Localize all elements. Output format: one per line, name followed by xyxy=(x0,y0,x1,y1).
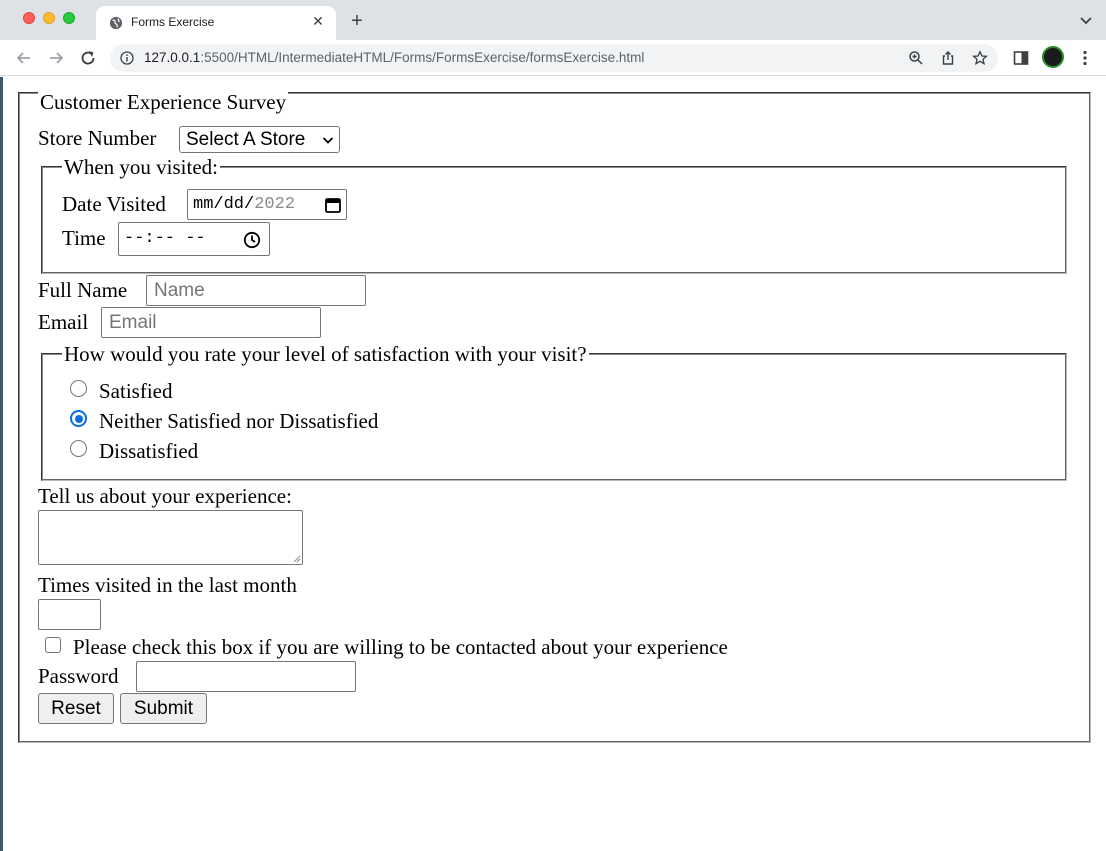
times-visited-input[interactable] xyxy=(38,599,101,630)
globe-icon xyxy=(109,16,123,30)
submit-button[interactable]: Submit xyxy=(120,693,207,724)
close-window-button[interactable] xyxy=(23,12,35,24)
page-content: Customer Experience Survey Store Number … xyxy=(0,77,1106,851)
full-name-input[interactable]: Name xyxy=(146,275,366,306)
experience-label: Tell us about your experience: xyxy=(38,484,292,508)
radio-label-dissatisfied: Dissatisfied xyxy=(99,439,199,463)
browser-tab-bar: Forms Exercise ✕ + xyxy=(0,0,1106,40)
url-text: 127.0.0.1:5500/HTML/IntermediateHTML/For… xyxy=(144,50,645,65)
share-icon[interactable] xyxy=(940,50,956,66)
info-icon[interactable] xyxy=(120,51,134,65)
reset-button[interactable]: Reset xyxy=(38,693,114,724)
email-label: Email xyxy=(38,310,89,334)
contact-checkbox-label: Please check this box if you are willing… xyxy=(73,635,728,659)
radio-neither[interactable] xyxy=(70,410,87,427)
back-arrow-icon[interactable] xyxy=(14,48,34,68)
browser-tab-active[interactable]: Forms Exercise ✕ xyxy=(96,6,336,40)
radio-dissatisfied[interactable] xyxy=(70,440,87,457)
satisfaction-legend: How would you rate your level of satisfa… xyxy=(62,342,589,366)
bookmark-star-icon[interactable] xyxy=(972,50,988,66)
time-label: Time xyxy=(62,226,106,250)
profile-avatar[interactable] xyxy=(1042,46,1064,68)
side-panel-icon[interactable] xyxy=(1012,49,1030,67)
chevron-down-icon[interactable] xyxy=(1078,12,1094,28)
chevron-down-icon xyxy=(322,137,334,144)
forward-arrow-icon[interactable] xyxy=(46,48,66,68)
password-input[interactable] xyxy=(136,661,356,692)
date-visited-input[interactable]: mm/dd/2022 xyxy=(187,189,347,220)
radio-label-neither: Neither Satisfied nor Dissatisfied xyxy=(99,409,379,433)
maximize-window-button[interactable] xyxy=(63,12,75,24)
survey-legend: Customer Experience Survey xyxy=(38,90,289,114)
tab-title: Forms Exercise xyxy=(131,15,215,29)
time-input[interactable]: --:-- -- xyxy=(118,222,270,256)
clock-icon[interactable] xyxy=(243,231,261,249)
full-name-label: Full Name xyxy=(38,278,128,302)
experience-textarea[interactable] xyxy=(38,510,303,565)
resize-handle-icon[interactable] xyxy=(293,555,301,563)
store-select-value: Select A Store xyxy=(186,129,306,150)
radio-label-satisfied: Satisfied xyxy=(99,379,173,403)
visit-fieldset xyxy=(41,166,1067,274)
more-menu-icon[interactable] xyxy=(1076,49,1094,67)
contact-checkbox[interactable] xyxy=(45,637,61,653)
zoom-icon[interactable] xyxy=(908,50,924,66)
date-visited-label: Date Visited xyxy=(62,192,166,216)
address-bar[interactable]: 127.0.0.1:5500/HTML/IntermediateHTML/For… xyxy=(110,44,998,72)
times-visited-label: Times visited in the last month xyxy=(38,573,297,597)
new-tab-icon[interactable]: + xyxy=(346,10,368,32)
radio-satisfied[interactable] xyxy=(70,380,87,397)
visit-legend: When you visited: xyxy=(62,155,220,179)
reload-icon[interactable] xyxy=(78,48,98,68)
minimize-window-button[interactable] xyxy=(43,12,55,24)
calendar-icon[interactable] xyxy=(324,196,342,214)
password-label: Password xyxy=(38,664,119,688)
close-tab-icon[interactable]: ✕ xyxy=(310,13,326,29)
browser-toolbar: 127.0.0.1:5500/HTML/IntermediateHTML/For… xyxy=(0,40,1106,76)
email-input[interactable]: Email xyxy=(101,307,321,338)
store-select[interactable]: Select A Store xyxy=(179,126,340,153)
store-number-label: Store Number xyxy=(38,126,157,150)
